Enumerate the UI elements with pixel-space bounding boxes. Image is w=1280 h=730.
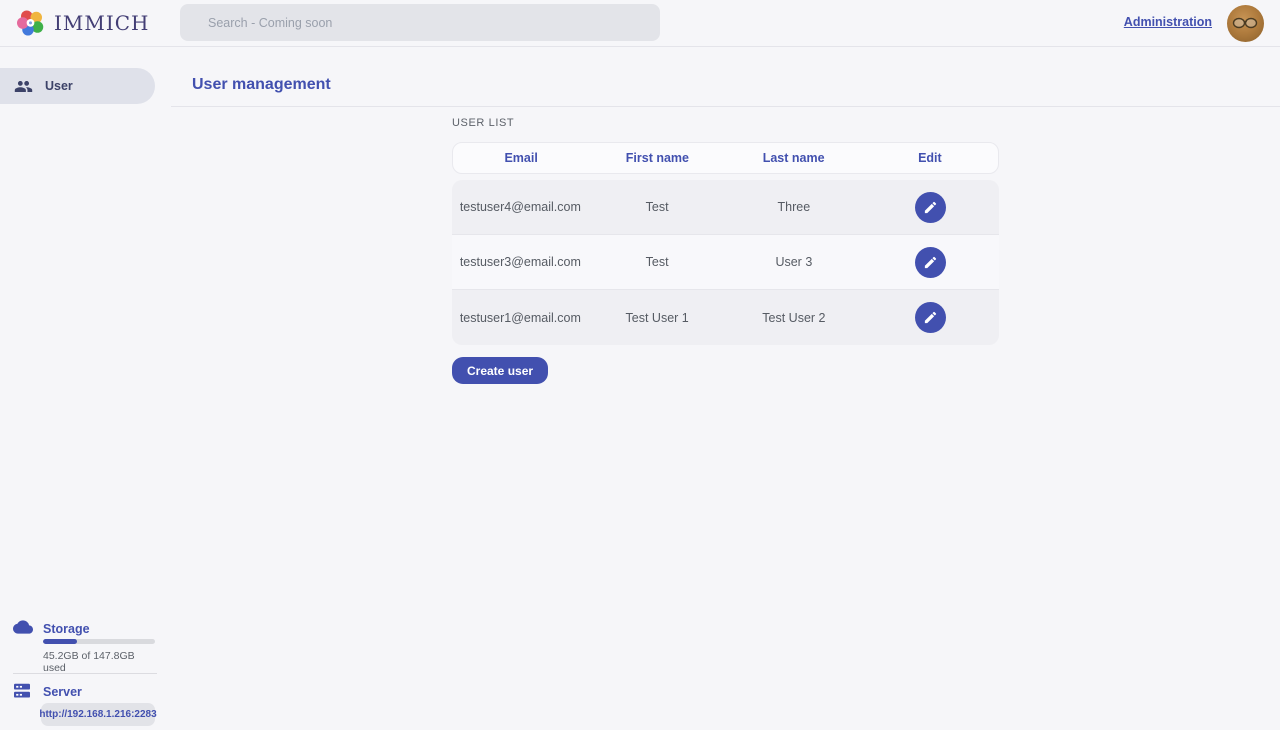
server-section-title: Server	[43, 685, 82, 699]
table-row: testuser3@email.comTestUser 3	[452, 235, 999, 290]
top-header: IMMICH Administration	[0, 0, 1280, 47]
storage-usage-text: 45.2GB of 147.8GB used	[43, 650, 155, 674]
edit-user-button[interactable]	[915, 247, 946, 278]
search-input[interactable]	[180, 4, 660, 41]
sidebar-item-user[interactable]: User	[0, 68, 155, 104]
administration-link[interactable]: Administration	[1124, 15, 1212, 29]
cell-first-name: Test User 1	[589, 311, 726, 325]
sidebar-divider	[13, 673, 157, 674]
edit-user-button[interactable]	[915, 192, 946, 223]
edit-user-button[interactable]	[915, 302, 946, 333]
cell-edit	[862, 247, 999, 278]
title-divider	[171, 106, 1280, 107]
server-icon	[13, 683, 31, 699]
column-header: Edit	[862, 151, 998, 165]
cell-edit	[862, 192, 999, 223]
immich-admin-app: IMMICH Administration User Storage 45.2G…	[0, 0, 1280, 730]
cell-first-name: Test	[589, 255, 726, 269]
table-row: testuser4@email.comTestThree	[452, 180, 999, 235]
cell-edit	[862, 302, 999, 333]
user-list-label: USER LIST	[452, 117, 514, 129]
table-row: testuser1@email.comTest User 1Test User …	[452, 290, 999, 345]
storage-progress-bar	[43, 639, 155, 644]
pencil-icon	[923, 310, 938, 325]
sidebar: User Storage 45.2GB of 147.8GB used Serv…	[0, 47, 155, 730]
cloud-icon	[13, 620, 33, 634]
column-header: Last name	[726, 151, 862, 165]
cell-email: testuser1@email.com	[452, 311, 589, 325]
cell-email: testuser3@email.com	[452, 255, 589, 269]
user-table-body: testuser4@email.comTestThreetestuser3@em…	[452, 180, 999, 345]
cell-last-name: Three	[726, 200, 863, 214]
server-url-badge: http://192.168.1.216:2283	[41, 703, 155, 726]
sidebar-item-label: User	[45, 79, 73, 93]
users-icon	[14, 77, 33, 96]
glasses-icon	[1232, 16, 1259, 30]
app-logo[interactable]: IMMICH	[16, 8, 150, 38]
cell-first-name: Test	[589, 200, 726, 214]
pencil-icon	[923, 200, 938, 215]
cell-last-name: User 3	[726, 255, 863, 269]
cell-last-name: Test User 2	[726, 311, 863, 325]
user-table-header: EmailFirst nameLast nameEdit	[452, 142, 999, 174]
storage-section-title: Storage	[43, 622, 90, 636]
app-wordmark: IMMICH	[54, 11, 150, 35]
pencil-icon	[923, 255, 938, 270]
create-user-button[interactable]: Create user	[452, 357, 548, 384]
page-title: User management	[192, 76, 331, 94]
immich-flower-icon	[16, 8, 46, 38]
user-avatar[interactable]	[1227, 5, 1264, 42]
cell-email: testuser4@email.com	[452, 200, 589, 214]
storage-progress-fill	[43, 639, 77, 644]
column-header: First name	[589, 151, 725, 165]
column-header: Email	[453, 151, 589, 165]
